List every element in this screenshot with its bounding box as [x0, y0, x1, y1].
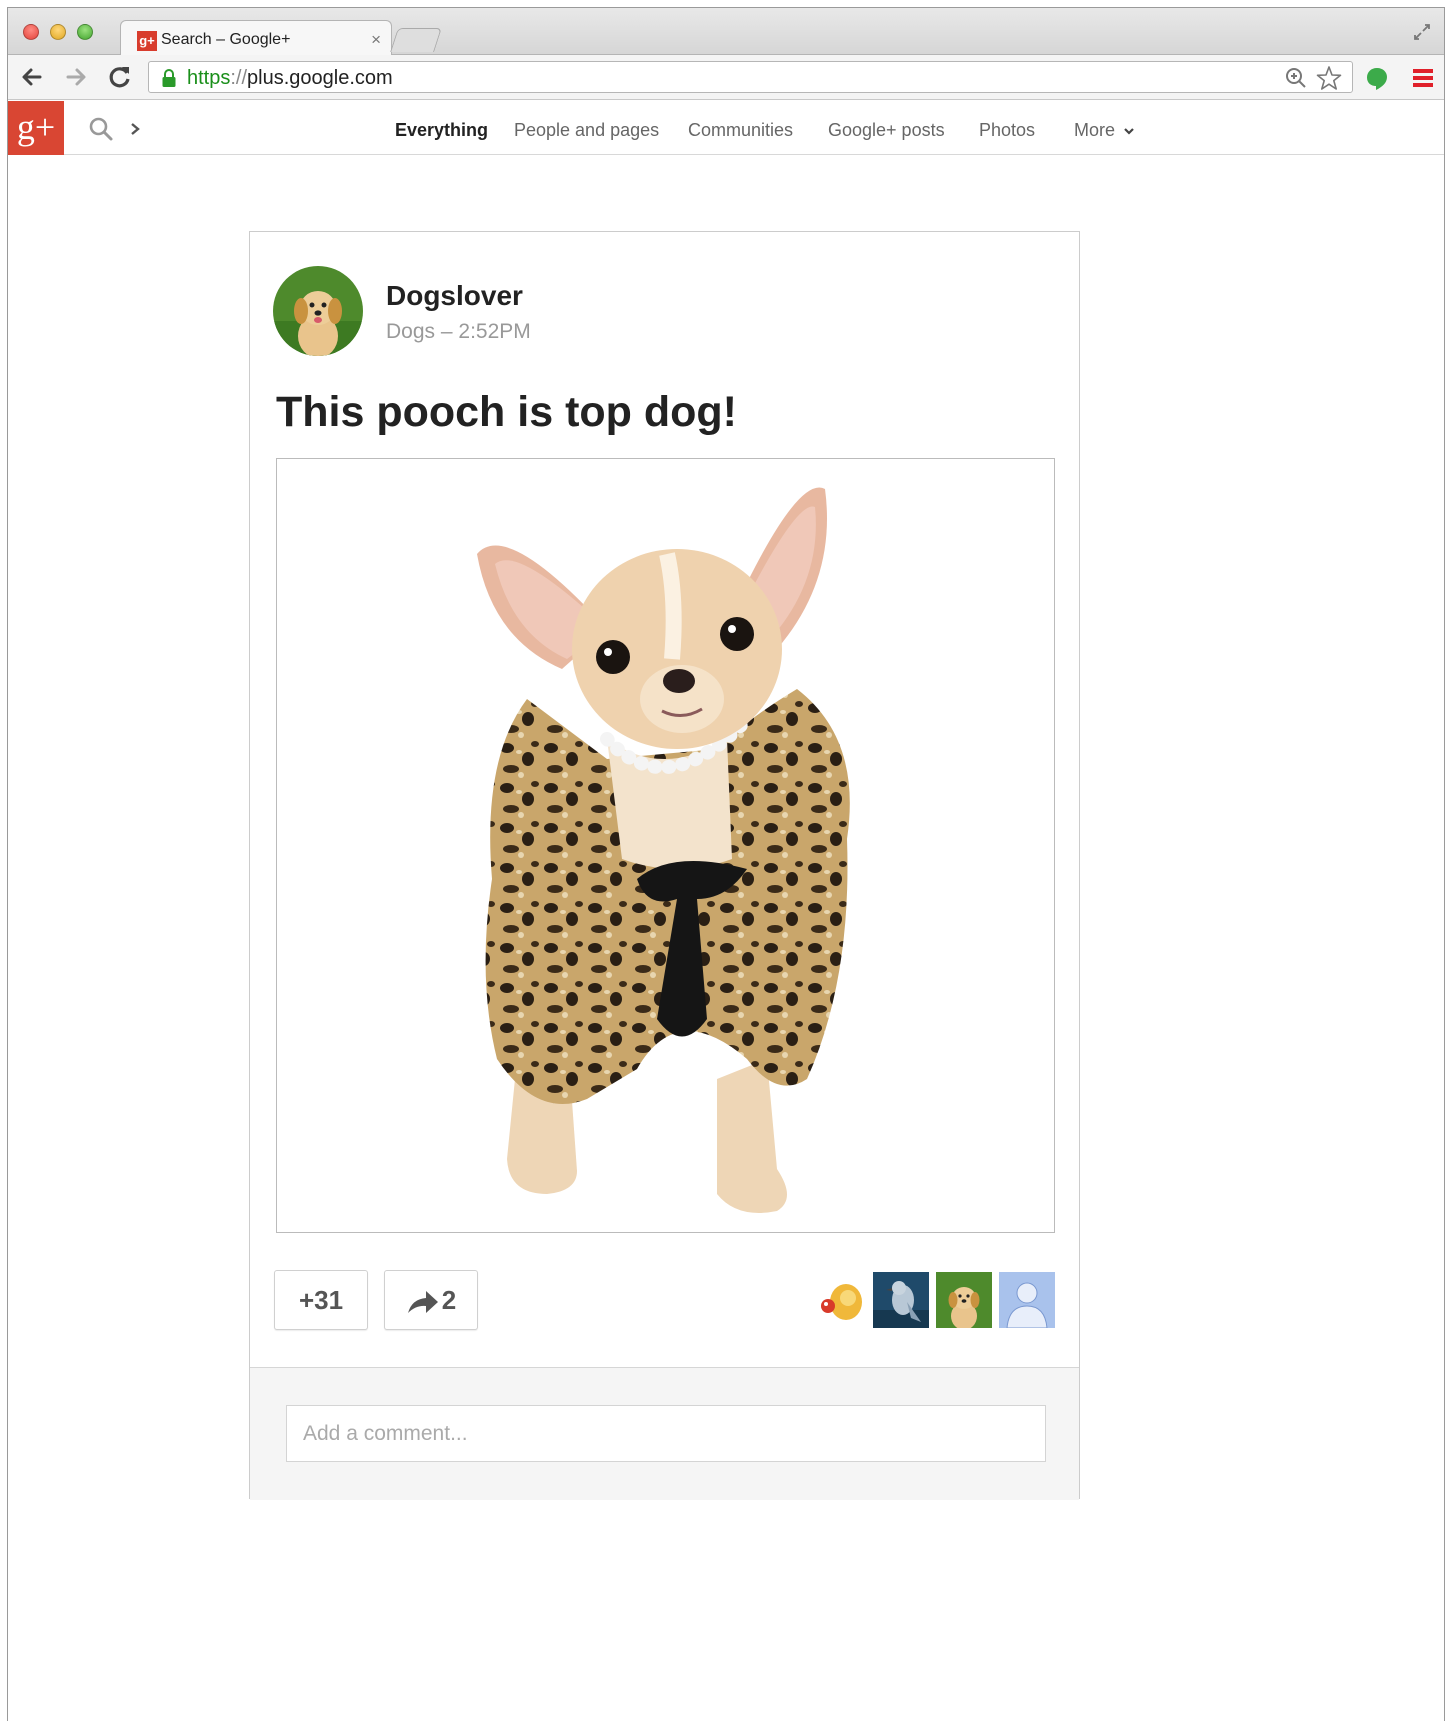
share-count: 2: [441, 1285, 457, 1315]
gplus-favicon-icon: g+: [137, 31, 157, 51]
share-arrow-icon: [407, 1291, 438, 1314]
url-host: plus.google.com: [247, 67, 393, 89]
community-name[interactable]: Dogs: [386, 320, 435, 343]
tab-people-and-pages[interactable]: People and pages: [514, 120, 659, 141]
toy-figurine-avatar-icon: [812, 1272, 868, 1328]
tab-strip: g+ Search – Google+ ×: [8, 8, 1444, 56]
plus-one-button[interactable]: +31: [274, 1270, 368, 1330]
plusoner-avatar[interactable]: [936, 1272, 992, 1328]
comment-input[interactable]: [286, 1405, 1046, 1462]
address-bar[interactable]: https://plus.google.com: [148, 61, 1353, 93]
comment-section: [250, 1367, 1079, 1500]
tab-title: Search – Google+: [161, 31, 291, 48]
post-time[interactable]: 2:52PM: [458, 320, 530, 343]
chevron-down-icon: [1124, 128, 1134, 135]
default-person-avatar-icon: [999, 1272, 1055, 1328]
tab-communities[interactable]: Communities: [688, 120, 793, 141]
zoom-window-button[interactable]: [77, 24, 93, 40]
plusoner-avatar[interactable]: [812, 1272, 868, 1328]
url-text: https://plus.google.com: [187, 67, 393, 90]
lock-icon: [162, 69, 176, 87]
gplus-logo[interactable]: g+: [8, 101, 64, 155]
browser-tab[interactable]: g+ Search – Google+ ×: [120, 20, 392, 56]
back-arrow-icon[interactable]: [18, 63, 46, 91]
bird-avatar-icon: [873, 1272, 929, 1328]
minimize-window-button[interactable]: [50, 24, 66, 40]
post-title: This pooch is top dog!: [276, 388, 737, 436]
browser-toolbar: https://plus.google.com: [8, 55, 1444, 100]
tab-google-posts[interactable]: Google+ posts: [828, 120, 945, 141]
url-separator: ://: [230, 67, 248, 89]
meta-separator: –: [440, 320, 453, 343]
chihuahua-photo: [477, 487, 850, 1213]
plusoner-avatar[interactable]: [873, 1272, 929, 1328]
post-meta: Dogs – 2:52PM: [386, 320, 531, 344]
tab-photos[interactable]: Photos: [979, 120, 1035, 141]
gplus-navbar: g+ Everything People and pages Communiti…: [8, 101, 1444, 155]
url-scheme: https: [187, 67, 231, 89]
author-avatar[interactable]: [273, 266, 363, 356]
browser-window: g+ Search – Google+ × https://plus.googl…: [7, 7, 1445, 1721]
hangouts-extension-icon[interactable]: [1366, 67, 1388, 91]
close-window-button[interactable]: [23, 24, 39, 40]
post-photo[interactable]: [276, 458, 1055, 1233]
plusoner-avatar[interactable]: [999, 1272, 1055, 1328]
share-button[interactable]: 2: [384, 1270, 478, 1330]
bookmark-star-icon[interactable]: [1316, 65, 1342, 91]
puppy-avatar-icon: [936, 1272, 992, 1328]
fullscreen-icon[interactable]: [1412, 22, 1432, 42]
zoom-icon[interactable]: [1284, 66, 1308, 90]
tab-more[interactable]: More: [1074, 120, 1135, 141]
forward-arrow-icon[interactable]: [62, 63, 90, 91]
author-name[interactable]: Dogslover: [386, 280, 523, 312]
puppy-avatar-icon: [273, 266, 363, 356]
tab-everything[interactable]: Everything: [395, 120, 488, 141]
post-card: Dogslover Dogs – 2:52PM This pooch is to…: [249, 231, 1080, 1500]
search-icon[interactable]: [88, 116, 114, 142]
menu-icon[interactable]: [1413, 69, 1433, 87]
chevron-right-icon[interactable]: [128, 121, 142, 137]
tab-more-label: More: [1074, 120, 1116, 140]
new-tab-button[interactable]: [390, 28, 442, 52]
tab-close-icon[interactable]: ×: [371, 30, 381, 50]
reload-icon[interactable]: [106, 63, 134, 91]
